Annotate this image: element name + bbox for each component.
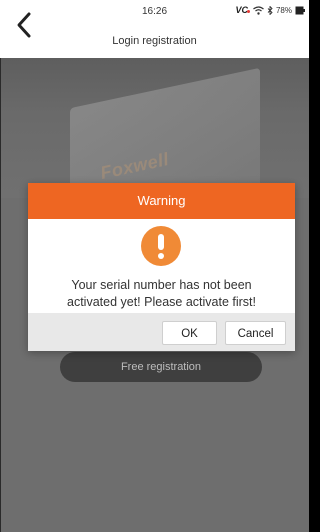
dialog-title: Warning (28, 183, 295, 219)
dialog-message-line1: Your serial number has not been (71, 278, 252, 292)
cancel-button[interactable]: Cancel (225, 321, 286, 345)
vci-status-dot (246, 10, 250, 13)
hero-image: Foxwell (0, 58, 309, 198)
bluetooth-icon (267, 5, 273, 15)
wifi-icon (253, 5, 264, 15)
battery-percent: 78% (275, 5, 292, 15)
dialog-message: Your serial number has not been activate… (28, 277, 295, 311)
vci-indicator: VC (235, 5, 250, 15)
app-header: 16:26 VC 78% Login registration (0, 0, 309, 58)
ok-button[interactable]: OK (162, 321, 217, 345)
battery-icon (295, 6, 305, 15)
screen: 16:26 VC 78% Login registration Foxwell … (0, 0, 309, 532)
hero-card-graphic (70, 67, 260, 198)
dialog-footer: OK Cancel (28, 313, 295, 351)
page-title: Login registration (112, 35, 197, 47)
status-icons: VC 78% (235, 5, 305, 15)
divider (0, 58, 1, 532)
warning-dialog: Warning Your serial number has not been … (28, 183, 295, 351)
dialog-message-line2: activated yet! Please activate first! (67, 295, 256, 309)
exclamation-icon (141, 226, 181, 266)
free-registration-button[interactable]: Free registration (60, 352, 262, 382)
